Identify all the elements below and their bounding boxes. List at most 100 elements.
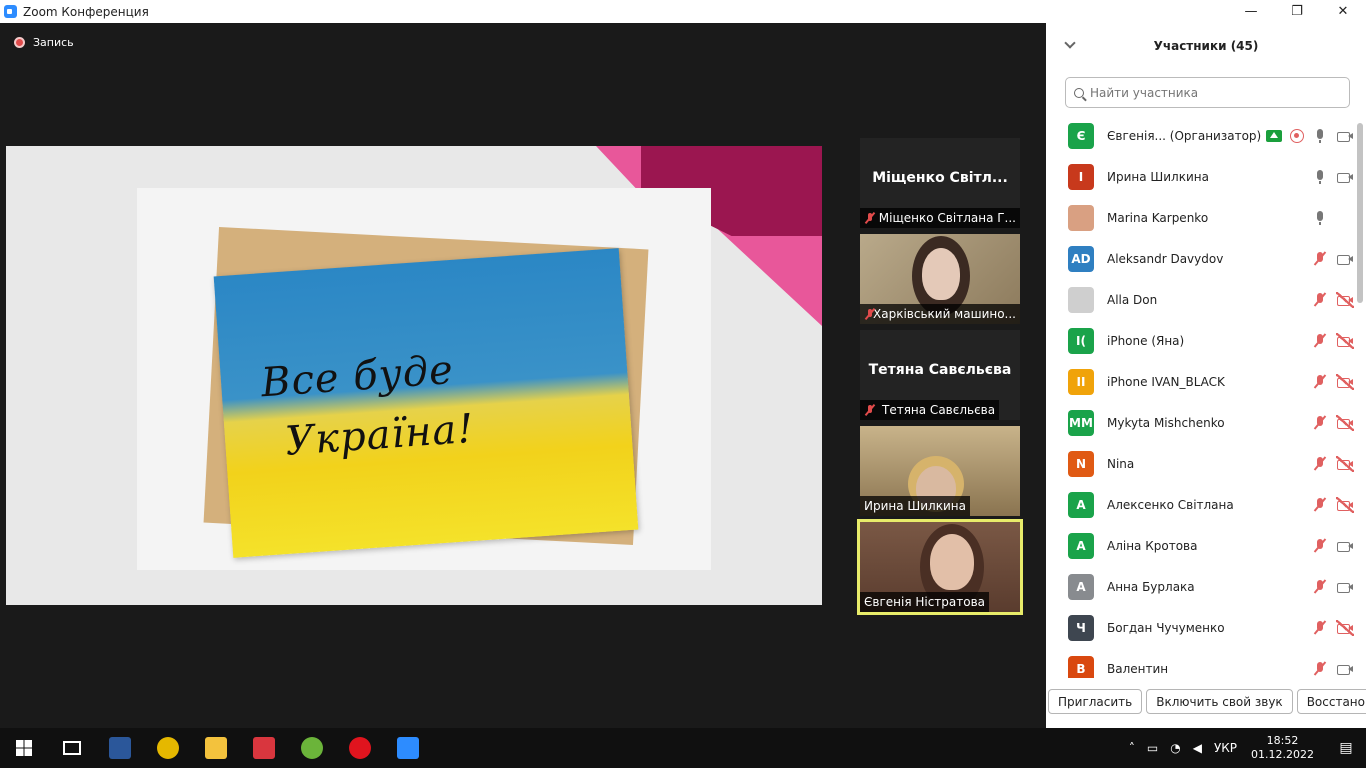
video-tile[interactable]: Ирина Шилкина: [860, 426, 1020, 516]
presentation-icon: [253, 737, 275, 759]
restore-button[interactable]: ❐: [1274, 0, 1320, 23]
ukraine-card: Все буде Україна!: [213, 248, 639, 558]
participant-row[interactable]: I Ирина Шилкина: [1046, 156, 1354, 197]
participant-row[interactable]: N Nina: [1046, 443, 1354, 484]
task-view-button[interactable]: [48, 728, 96, 768]
participant-row[interactable]: II iPhone IVAN_BLACK: [1046, 361, 1354, 402]
panel-title: Участники (45): [1153, 38, 1259, 53]
participant-row[interactable]: Є Євгенія... (Организатор): [1046, 115, 1354, 156]
tile-caption: Харківський машино...: [873, 307, 1016, 321]
taskbar: ˄ ▭ ◔ ◀ УКР 18:52 01.12.2022 ▤: [0, 728, 1366, 768]
mic-muted-icon: [1312, 497, 1328, 513]
avatar: [1068, 204, 1094, 231]
video-tile[interactable]: Міщенко Світл... Міщенко Світлана Г...: [860, 138, 1020, 228]
camera-off-icon: [1336, 414, 1354, 431]
task-view-icon: [63, 741, 81, 755]
avatar: A: [1068, 573, 1094, 600]
participant-row[interactable]: I(iPhone (Яна): [1046, 320, 1354, 361]
participant-row[interactable]: A Алексенко Світлана: [1046, 484, 1354, 525]
recording-icon: [1290, 128, 1304, 143]
clock-time: 18:52: [1266, 734, 1299, 747]
mic-muted-icon: [1312, 661, 1328, 677]
chevron-up-icon[interactable]: ˄: [1129, 741, 1135, 755]
participant-row[interactable]: B Валентин: [1046, 648, 1354, 678]
taskbar-app-zoom[interactable]: [384, 728, 432, 768]
mic-muted-icon: [1312, 374, 1328, 390]
mic-muted-icon: [1312, 620, 1328, 636]
participant-row[interactable]: Alla Don: [1046, 279, 1354, 320]
volume-icon[interactable]: ◀: [1193, 741, 1202, 755]
mic-icon: [1312, 210, 1328, 226]
participant-name: Alla Don: [1107, 292, 1158, 307]
tile-caption: Тетяна Савєльєва: [882, 403, 996, 417]
participant-search[interactable]: [1065, 77, 1350, 108]
camera-off-icon: [1336, 291, 1354, 308]
avatar: [1068, 286, 1094, 313]
start-button[interactable]: [0, 728, 48, 768]
unmute-self-button[interactable]: Включить свой звук: [1146, 689, 1293, 714]
clock-date: 01.12.2022: [1251, 748, 1314, 761]
avatar: II: [1068, 368, 1094, 395]
language-indicator[interactable]: УКР: [1214, 741, 1237, 755]
search-input[interactable]: [1090, 85, 1330, 100]
mic-muted-icon: [864, 308, 872, 320]
camera-icon: [1336, 169, 1354, 185]
reclaim-host-button[interactable]: Восстановить: [1296, 689, 1366, 714]
participant-row[interactable]: A Анна Бурлака: [1046, 566, 1354, 607]
participant-row[interactable]: Ч Богдан Чучуменко: [1046, 607, 1354, 648]
shared-screen: Все буде Україна!: [6, 146, 822, 605]
scrollbar[interactable]: [1357, 123, 1363, 303]
mic-muted-icon: [1312, 251, 1328, 267]
avatar: MM: [1068, 409, 1094, 436]
avatar: AD: [1068, 245, 1094, 272]
participant-name: Mykyta Mishchenko: [1107, 415, 1225, 430]
battery-icon[interactable]: ▭: [1147, 741, 1158, 755]
participant-row[interactable]: MM Mykyta Mishchenko: [1046, 402, 1354, 443]
chevron-down-icon[interactable]: [1064, 37, 1076, 49]
screen-share-icon: [1266, 129, 1282, 142]
meeting-area: Запись Все буде Україна! Міщенко Світл..…: [0, 23, 1046, 728]
tile-caption: Міщенко Світлана Г...: [878, 211, 1016, 225]
clock[interactable]: 18:52 01.12.2022: [1251, 734, 1314, 762]
zoom-app-icon: [4, 5, 17, 18]
taskbar-app-utorrent[interactable]: [288, 728, 336, 768]
avatar: Є: [1068, 122, 1094, 149]
participant-row[interactable]: AD Aleksandr Davydov: [1046, 238, 1354, 279]
invite-button[interactable]: Пригласить: [1048, 689, 1143, 714]
taskbar-app-word[interactable]: [96, 728, 144, 768]
chrome-icon: [157, 737, 179, 759]
avatar: N: [1068, 450, 1094, 477]
video-tile[interactable]: Тетяна Савєльєва Тетяна Савєльєва: [860, 330, 1020, 420]
network-icon[interactable]: ◔: [1170, 741, 1180, 755]
avatar: I(: [1068, 327, 1094, 354]
participant-row[interactable]: Marina Karpenko: [1046, 197, 1354, 238]
participant-name: Аліна Кротова: [1107, 538, 1198, 553]
taskbar-app-chrome[interactable]: [144, 728, 192, 768]
mic-muted-icon: [1312, 292, 1328, 308]
taskbar-app-explorer[interactable]: [192, 728, 240, 768]
mic-muted-icon: [1312, 456, 1328, 472]
notifications-icon[interactable]: ▤: [1326, 740, 1366, 756]
camera-off-icon: [1336, 619, 1354, 636]
participant-row[interactable]: A Аліна Кротова: [1046, 525, 1354, 566]
recording-label: Запись: [33, 36, 74, 49]
tile-caption: Ирина Шилкина: [864, 499, 966, 513]
minimize-button[interactable]: —: [1228, 0, 1274, 23]
participant-name: Богдан Чучуменко: [1107, 620, 1225, 635]
mic-muted-icon: [1312, 538, 1328, 554]
video-tile[interactable]: Харківський машино...: [860, 234, 1020, 324]
recording-indicator[interactable]: Запись: [14, 36, 74, 49]
window-title: Zoom Конференция: [23, 4, 149, 19]
avatar: I: [1068, 163, 1094, 190]
utorrent-icon: [301, 737, 323, 759]
taskbar-app-opera[interactable]: [336, 728, 384, 768]
participant-name: Анна Бурлака: [1107, 579, 1195, 594]
video-tile-active-speaker[interactable]: Євгенія Ністратова: [857, 519, 1023, 615]
windows-icon: [16, 740, 32, 756]
close-button[interactable]: ✕: [1320, 0, 1366, 23]
taskbar-app-presentation[interactable]: [240, 728, 288, 768]
participant-list: Є Євгенія... (Организатор) I Ирина Шилкина M…: [1046, 115, 1354, 678]
opera-icon: [349, 737, 371, 759]
participant-name: Євгенія... (Организатор): [1107, 128, 1262, 143]
mic-muted-icon: [1312, 579, 1328, 595]
